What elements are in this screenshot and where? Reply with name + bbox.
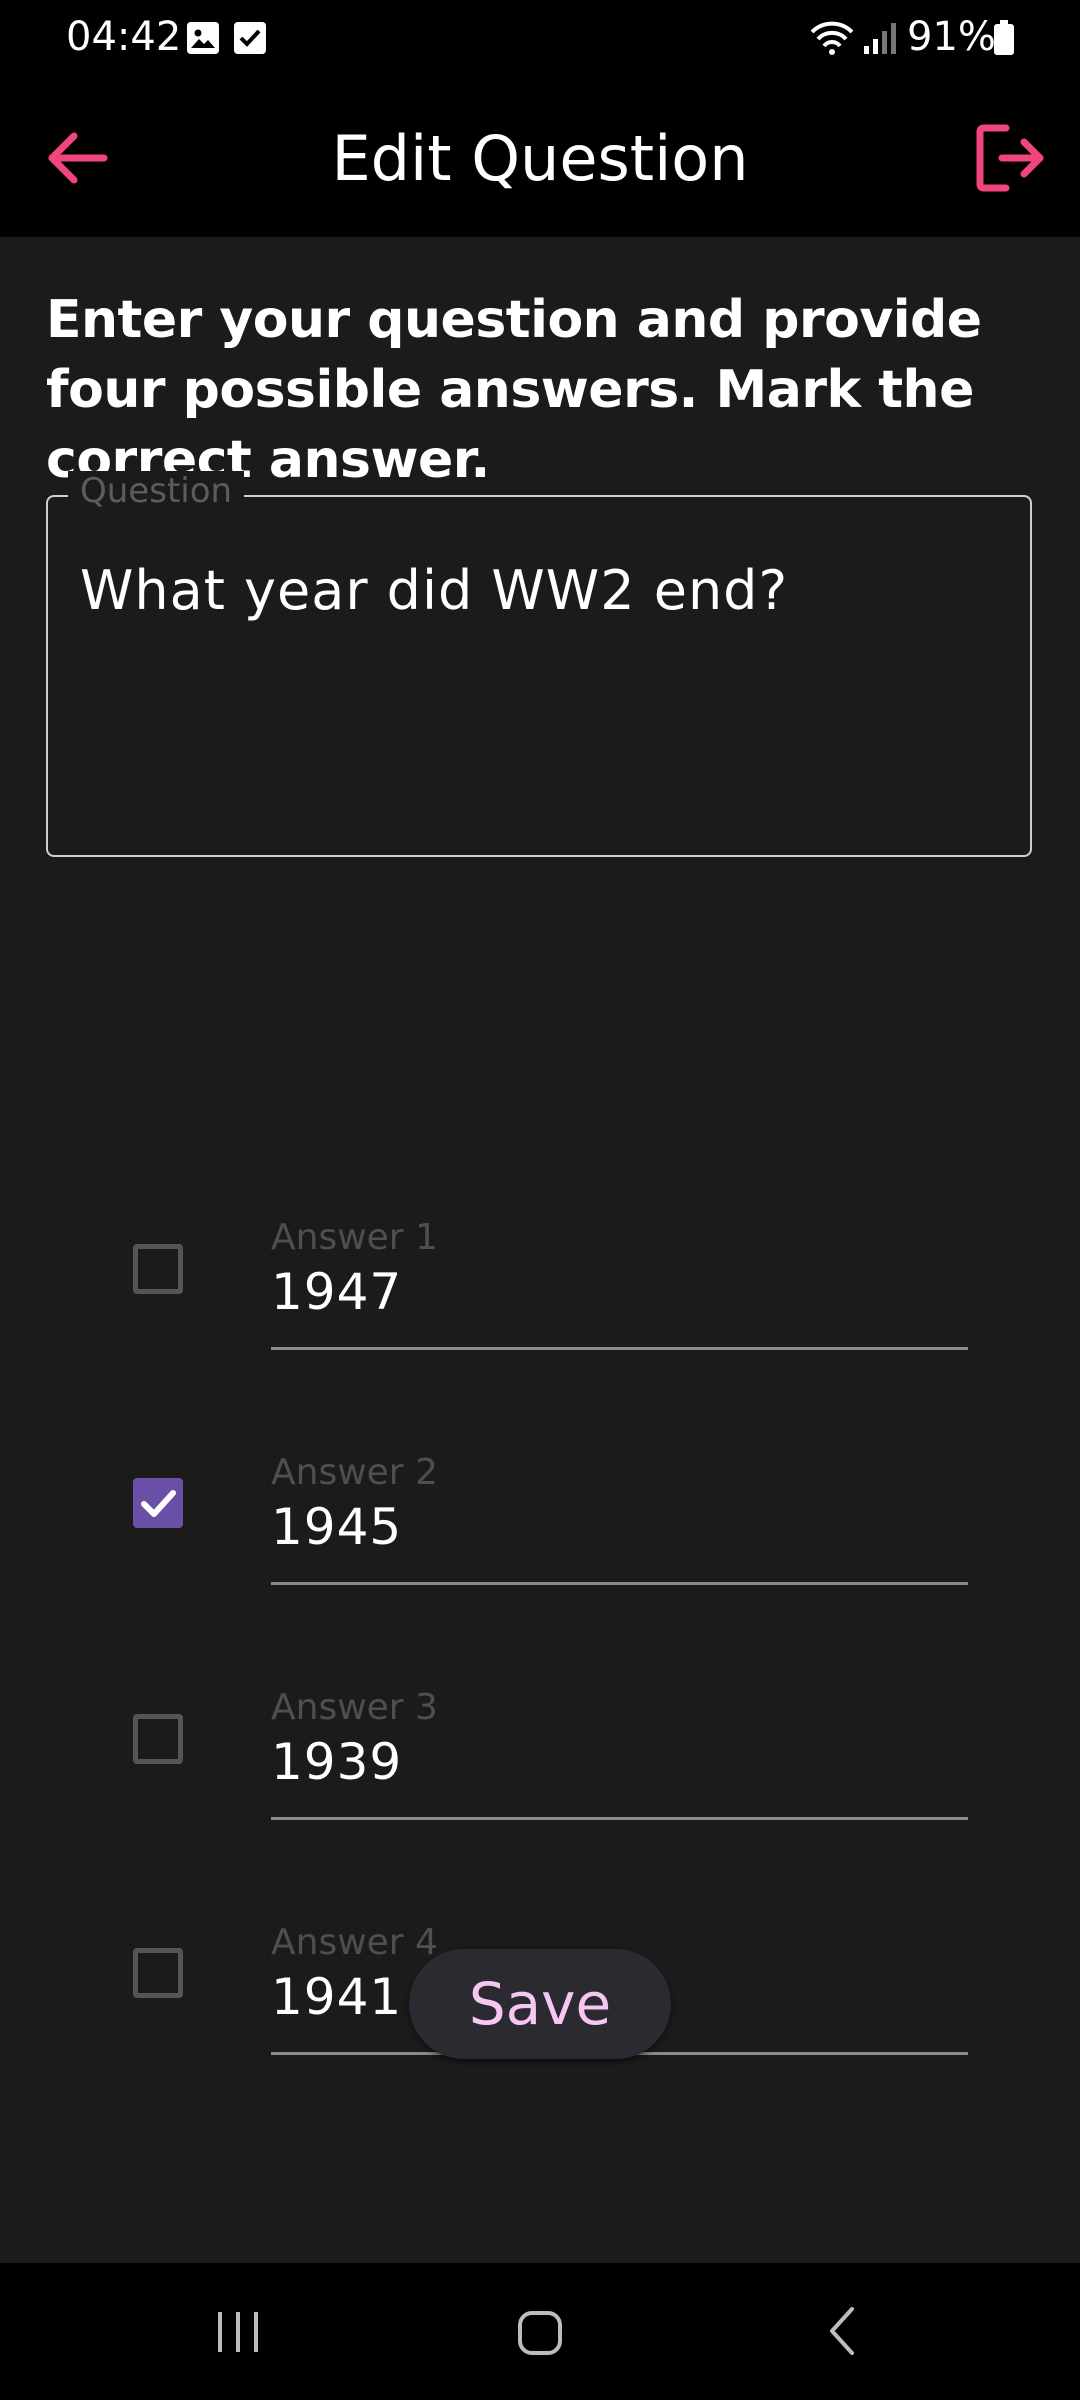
recent-apps-icon xyxy=(218,2312,258,2352)
logout-icon xyxy=(976,124,1044,192)
answer-row-2: Answer 2 1945 xyxy=(0,1212,1080,1585)
answer-row-4: Answer 4 1941 xyxy=(0,1682,1080,2055)
wifi-icon xyxy=(808,18,856,63)
recent-apps-button[interactable] xyxy=(214,2309,262,2360)
instructions-text: Enter your question and provide four pos… xyxy=(46,290,982,490)
home-button[interactable] xyxy=(516,2309,564,2362)
question-input[interactable]: What year did WW2 end? xyxy=(80,559,788,622)
back-icon xyxy=(830,2307,854,2355)
app-bar: Edit Question xyxy=(0,80,1080,237)
save-button[interactable]: Save xyxy=(409,1949,671,2059)
answer-4-input[interactable]: 1941 xyxy=(271,1968,402,2026)
battery-percentage: 91% xyxy=(907,14,996,60)
answer-row-3: Answer 3 1939 xyxy=(0,1447,1080,1820)
answer-4-checkbox[interactable] xyxy=(133,1948,183,1998)
answer-row-1: Answer 1 1947 xyxy=(0,977,1080,1350)
check-icon xyxy=(234,22,266,54)
home-icon xyxy=(518,2311,562,2355)
page-title: Edit Question xyxy=(331,122,749,195)
battery-icon xyxy=(993,20,1015,61)
navigation-bar xyxy=(0,2263,1080,2400)
system-back-button[interactable] xyxy=(822,2305,862,2362)
logout-button[interactable] xyxy=(970,118,1050,198)
answer-4-label: Answer 4 xyxy=(271,1922,438,1963)
question-field[interactable]: Question What year did WW2 end? xyxy=(46,471,1032,857)
signal-icon xyxy=(862,22,898,61)
main-content: Enter your question and provide four pos… xyxy=(0,237,1080,2263)
status-bar: 04:42 91% xyxy=(0,0,1080,80)
question-label: Question xyxy=(68,471,245,511)
gallery-icon xyxy=(187,22,219,54)
status-time: 04:42 xyxy=(66,14,182,60)
